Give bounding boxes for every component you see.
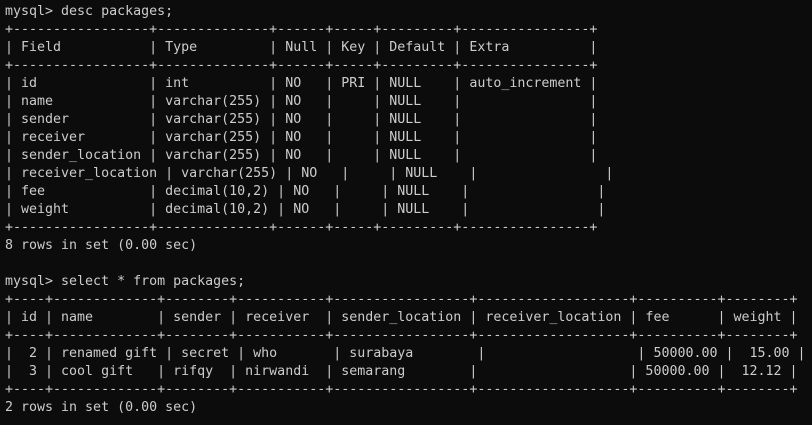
select-table-border-top: +----+-------------+--------+-----------… — [5, 292, 798, 307]
select-result-summary: 2 rows in set (0.00 sec) — [5, 400, 198, 415]
select-table-header: | id | name | sender | receiver | sender… — [5, 310, 798, 325]
desc-table-row: | fee | decimal(10,2) | NO | | NULL | | — [5, 184, 606, 199]
select-table-border: +----+-------------+--------+-----------… — [5, 328, 798, 343]
desc-table-row: | weight | decimal(10,2) | NO | | NULL |… — [5, 202, 606, 217]
prompt-desc-command: mysql> desc packages; — [5, 4, 174, 19]
desc-table-border: +-----------------+--------------+------… — [5, 58, 598, 73]
select-table-border-bottom: +----+-------------+--------+-----------… — [5, 382, 798, 397]
prompt-select-command: mysql> select * from packages; — [5, 274, 246, 289]
desc-table-header: | Field | Type | Null | Key | Default | … — [5, 40, 598, 55]
desc-result-summary: 8 rows in set (0.00 sec) — [5, 238, 198, 253]
desc-table-row: | receiver | varchar(255) | NO | | NULL … — [5, 130, 598, 145]
desc-table-border-bottom: +-----------------+--------------+------… — [5, 220, 598, 235]
desc-table-border-top: +-----------------+--------------+------… — [5, 22, 598, 37]
desc-table-row: | sender | varchar(255) | NO | | NULL | … — [5, 112, 598, 127]
desc-table-row: | sender_location | varchar(255) | NO | … — [5, 148, 598, 163]
select-table-row: | 3 | cool gift | rifqy | nirwandi | sem… — [5, 364, 798, 379]
desc-table-row: | receiver_location | varchar(255) | NO … — [5, 166, 614, 181]
select-table-row: | 2 | renamed gift | secret | who | sura… — [5, 346, 806, 361]
terminal-window[interactable]: mysql> desc packages; +-----------------… — [5, 3, 810, 423]
desc-table-row: | id | int | NO | PRI | NULL | auto_incr… — [5, 76, 598, 91]
desc-table-row: | name | varchar(255) | NO | | NULL | | — [5, 94, 598, 109]
